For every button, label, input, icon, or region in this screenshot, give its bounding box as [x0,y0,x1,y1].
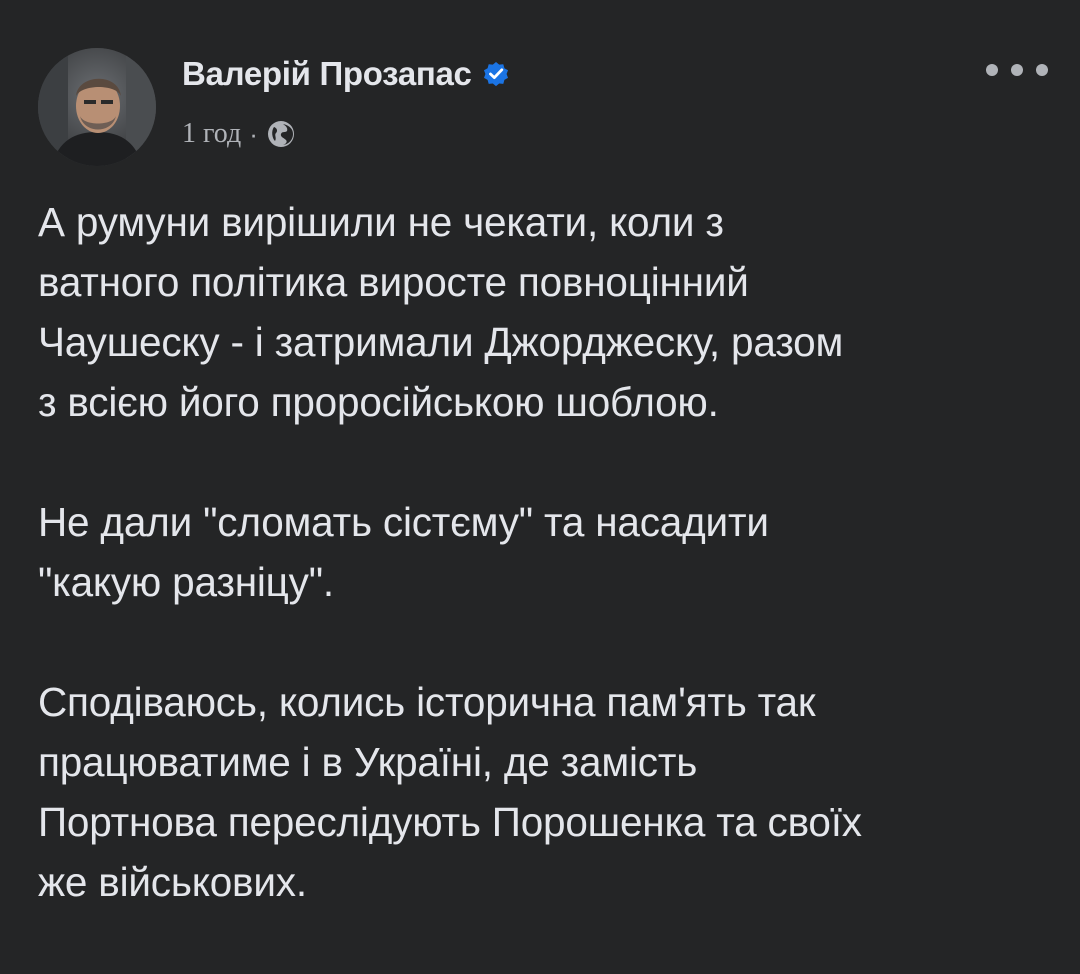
menu-dot [1036,64,1048,76]
menu-dot [986,64,998,76]
text-line: А румуни вирішили не чекати, коли з [38,199,724,245]
post-body: А румуни вирішили не чекати, коли з ватн… [38,192,1048,912]
text-line: Сподіваюсь, колись історична пам'ять так [38,679,816,725]
post-card: Валерій Прозапас 1 год · А румуни виріши… [0,0,1080,974]
post-paragraph: А румуни вирішили не чекати, коли з ватн… [38,192,1048,432]
post-meta: 1 год · [182,114,296,154]
text-line: Не дали "сломать сістєму" та насадити [38,499,769,545]
author-row: Валерій Прозапас [182,52,512,96]
text-line: Чаушеску - і затримали Джорджеску, разом [38,319,844,365]
more-options-icon[interactable] [986,52,1048,88]
author-name[interactable]: Валерій Прозапас [182,55,472,93]
author-avatar[interactable] [38,48,156,166]
post-timestamp[interactable]: 1 год [182,118,241,150]
text-line: Портнова переслідують Порошенка та своїх [38,799,862,845]
text-line: ватного політика виросте повноцінний [38,259,749,305]
globe-icon[interactable] [266,119,296,149]
text-line: "какую разніцу". [38,559,334,605]
menu-dot [1011,64,1023,76]
post-paragraph: Сподіваюсь, колись історична пам'ять так… [38,672,1048,912]
text-line: з всією його проросійською шоблою. [38,379,719,425]
text-line: працюватиме і в Україні, де замість [38,739,698,785]
text-line: же військових. [38,859,307,905]
verified-badge-icon [480,58,512,90]
meta-separator: · [249,118,258,149]
avatar-image [38,48,156,166]
post-paragraph: Не дали "сломать сістєму" та насадити "к… [38,492,1048,612]
